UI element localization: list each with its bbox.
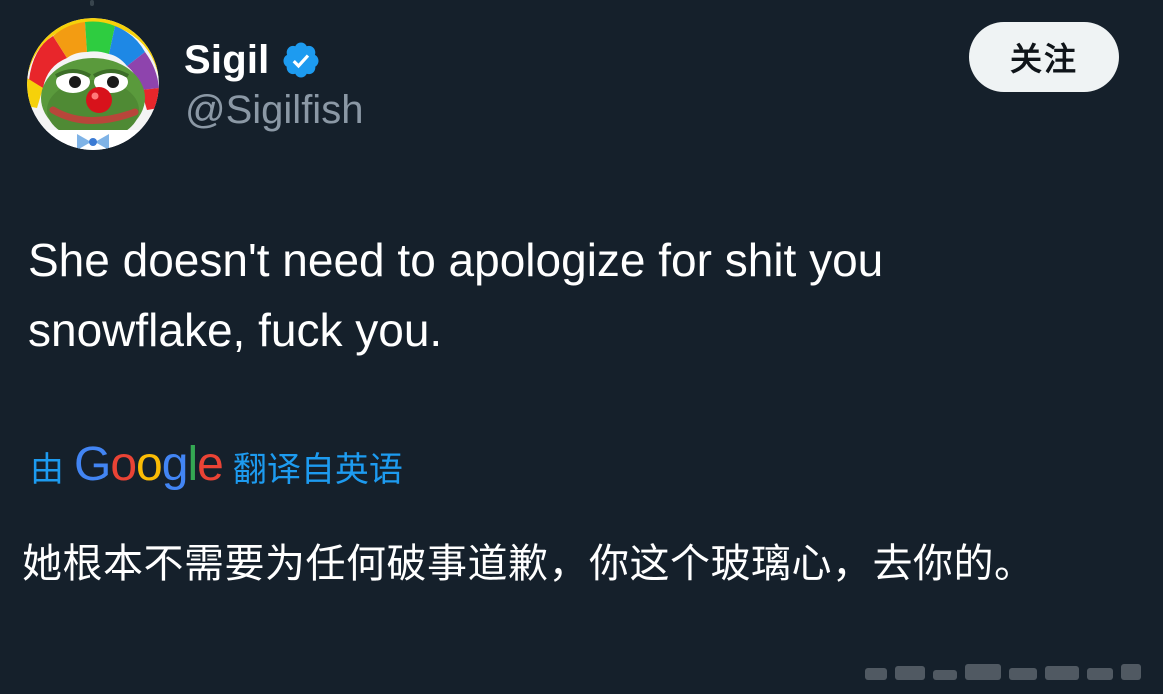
verified-badge-icon (281, 40, 321, 80)
tweet-text: She doesn't need to apologize for shit y… (28, 234, 884, 356)
avatar[interactable] (27, 18, 159, 150)
user-handle[interactable]: @Sigilfish (185, 88, 363, 133)
follow-button[interactable]: 关注 (969, 22, 1119, 92)
divider-tick (90, 0, 94, 6)
display-name[interactable]: Sigil (184, 38, 269, 83)
translated-text: 她根本不需要为任何破事道歉，你这个玻璃心，去你的。 (22, 541, 1035, 587)
user-name-row: Sigil (184, 34, 321, 86)
clown-frog-avatar-icon (27, 18, 159, 150)
tweet-card: Sigil @Sigilfish 关注 She doesn't need to … (0, 0, 1163, 694)
translated-by-label: 由 (30, 449, 64, 490)
translated-from-label: 翻译自英语 (232, 449, 403, 490)
watermark-image (865, 664, 1141, 680)
google-logo: Google (74, 437, 224, 491)
translation-attribution[interactable]: 由 Google 翻译自英语 (30, 436, 403, 496)
